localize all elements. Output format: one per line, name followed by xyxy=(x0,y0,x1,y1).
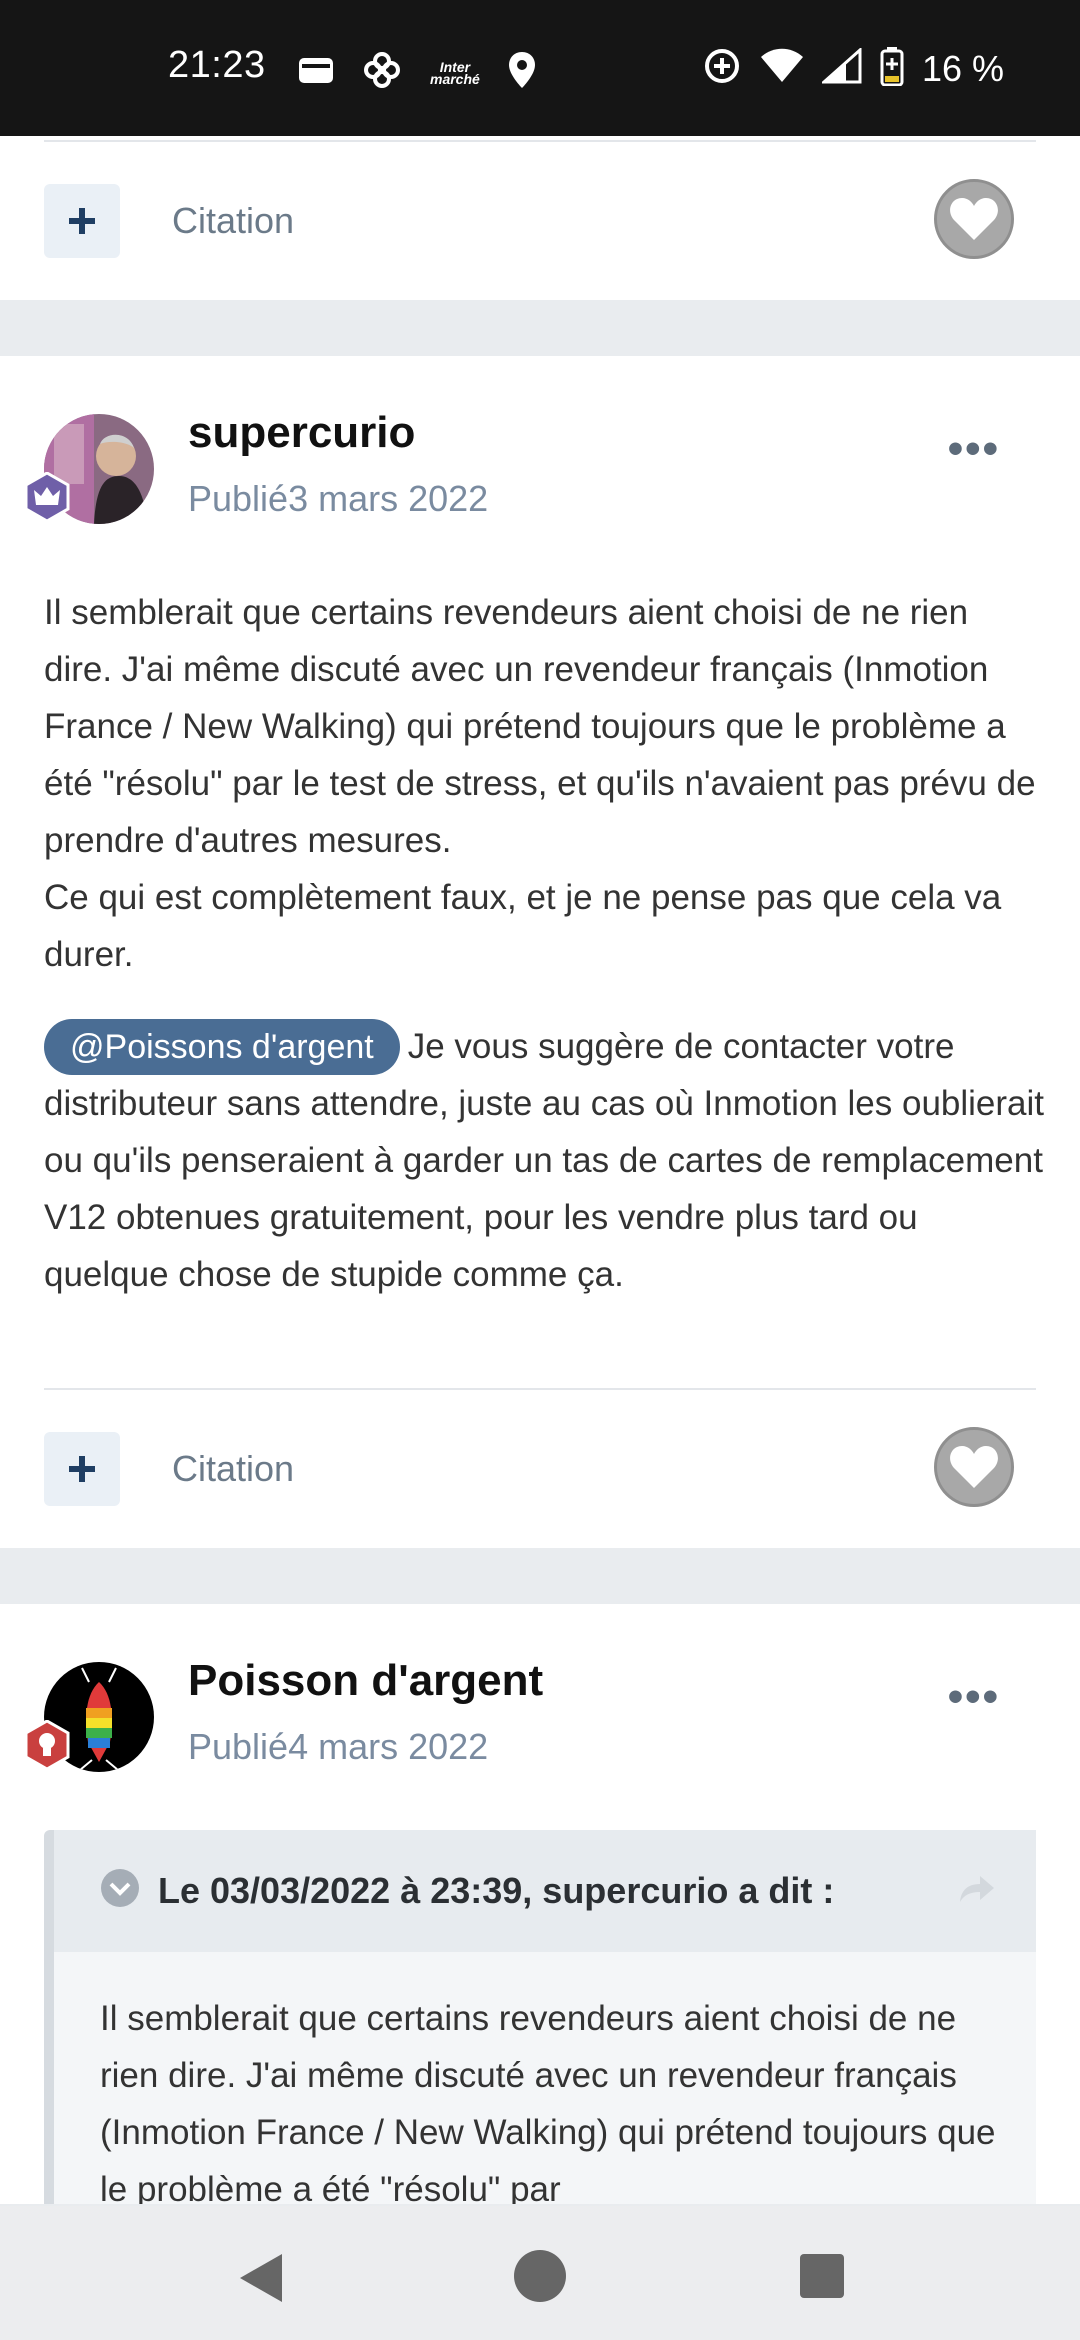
back-icon[interactable] xyxy=(236,2252,284,2309)
published-date: Publié4 mars 2022 xyxy=(188,1726,489,1767)
system-navigation-bar xyxy=(0,2206,1080,2340)
quote-text: Il semblerait que certains revendeurs ai… xyxy=(100,1999,996,2204)
wallet-icon xyxy=(298,55,334,90)
heart-icon xyxy=(950,1446,998,1488)
signal-icon xyxy=(819,46,862,89)
citation-button[interactable]: Citation xyxy=(172,200,294,242)
post-card-previous: Citation xyxy=(0,136,1080,300)
published-date: Publié3 mars 2022 xyxy=(188,478,489,519)
home-icon[interactable] xyxy=(514,2250,566,2302)
divider xyxy=(44,1388,1036,1390)
post-body: Il semblerait que certains revendeurs ai… xyxy=(44,584,1044,983)
post-paragraph: Ce qui est complètement faux, et je ne p… xyxy=(44,878,1002,974)
status-bar: 21:23 Inter marché 16 % xyxy=(0,0,1080,136)
mention-link[interactable]: @Poissons d'argent xyxy=(44,1019,400,1075)
battery-icon xyxy=(880,46,904,91)
add-reply-button[interactable] xyxy=(44,1432,120,1506)
like-button[interactable] xyxy=(934,1427,1014,1507)
author-name[interactable]: Poisson d'argent xyxy=(188,1656,543,1706)
more-options-button[interactable]: ••• xyxy=(948,1672,1000,1722)
post-body-mention: @Poissons d'argent Je vous suggère de con… xyxy=(44,1018,1044,1303)
quote-block: Le 03/03/2022 à 23:39, supercurio a dit … xyxy=(44,1830,1036,2204)
post-card-poisson: Poisson d'argent Publié4 mars 2022 ••• L… xyxy=(0,1604,1080,2204)
plus-icon xyxy=(69,1456,95,1482)
status-left-icons: Inter marché xyxy=(298,50,536,95)
post-paragraph: Il semblerait que certains revendeurs ai… xyxy=(44,593,1036,860)
heart-icon xyxy=(950,198,998,240)
add-reply-button[interactable] xyxy=(44,184,120,258)
quote-header[interactable]: Le 03/03/2022 à 23:39, supercurio a dit … xyxy=(54,1830,1036,1952)
author-name[interactable]: supercurio xyxy=(188,408,415,458)
share-arrow-icon[interactable] xyxy=(958,1874,996,1909)
status-right-icons: 16 % xyxy=(702,46,1004,91)
chevron-down-icon[interactable] xyxy=(100,1868,140,1913)
status-time: 21:23 xyxy=(168,44,266,86)
more-options-button[interactable]: ••• xyxy=(948,424,1000,474)
like-button[interactable] xyxy=(934,179,1014,259)
crown-badge-icon xyxy=(22,471,72,523)
citation-button[interactable]: Citation xyxy=(172,1448,294,1490)
intermarche-icon: Inter marché xyxy=(430,58,480,87)
recent-apps-icon[interactable] xyxy=(800,2254,844,2298)
wifi-icon xyxy=(760,48,804,89)
divider xyxy=(44,140,1036,142)
idea-badge-icon xyxy=(22,1719,72,1771)
pinwheel-icon xyxy=(362,50,402,95)
post-card-supercurio: supercurio Publié3 mars 2022 ••• Il semb… xyxy=(0,356,1080,1548)
quote-attribution: Le 03/03/2022 à 23:39, supercurio a dit … xyxy=(158,1870,835,1911)
plus-icon xyxy=(69,208,95,234)
data-saver-icon xyxy=(702,46,742,91)
location-icon xyxy=(508,51,536,94)
battery-percent: 16 % xyxy=(921,47,1004,89)
